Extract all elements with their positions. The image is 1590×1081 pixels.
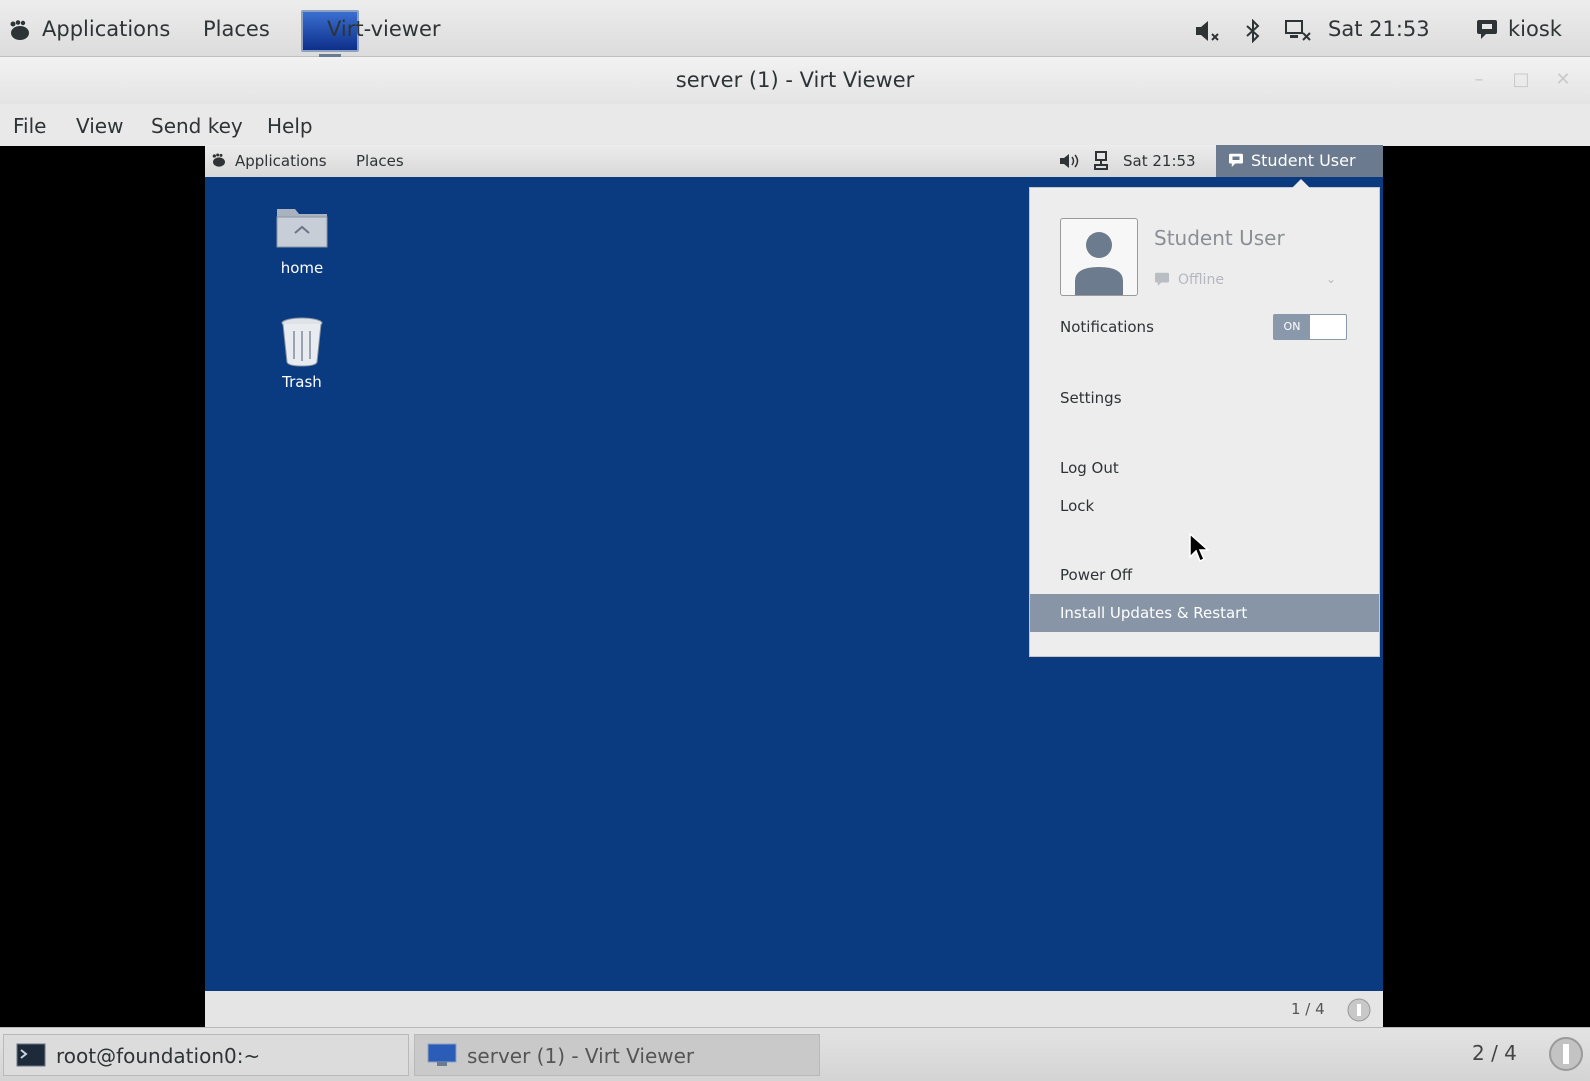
notifications-toggle[interactable]: ON xyxy=(1273,314,1347,340)
user-name: Student User xyxy=(1154,226,1285,250)
host-bottom-panel: root@foundation0:~ server (1) - Virt Vie… xyxy=(0,1027,1590,1081)
menu-help[interactable]: Help xyxy=(267,114,313,138)
close-icon[interactable]: ✕ xyxy=(1548,67,1578,93)
menu-item-settings[interactable]: Settings xyxy=(1060,389,1122,407)
guest-display[interactable]: Applications Places Sat 21:53 Student Us… xyxy=(205,145,1383,1028)
taskbar-virt-viewer[interactable]: server (1) - Virt Viewer xyxy=(414,1034,820,1076)
menu-send-key[interactable]: Send key xyxy=(151,114,243,138)
chevron-down-icon[interactable]: ⌄ xyxy=(1326,272,1336,286)
taskbar-terminal[interactable]: root@foundation0:~ xyxy=(3,1034,409,1076)
notification-tray-icon[interactable] xyxy=(1347,998,1371,1022)
window-title: server (1) - Virt Viewer xyxy=(675,68,915,92)
network-disconnected-icon[interactable] xyxy=(1284,19,1312,43)
volume-icon[interactable] xyxy=(1059,153,1079,169)
student-user-label: Student User xyxy=(1251,151,1356,170)
minimize-icon[interactable]: – xyxy=(1464,67,1494,93)
desktop-icon-trash-label: Trash xyxy=(282,373,322,391)
host-workspace-indicator[interactable]: 2 / 4 xyxy=(1472,1041,1517,1065)
menu-item-power-off[interactable]: Power Off xyxy=(1060,566,1132,584)
menu-item-install-updates-restart[interactable]: Install Updates & Restart xyxy=(1030,594,1379,632)
folder-home-icon xyxy=(276,209,328,248)
taskbar-virt-viewer-label: server (1) - Virt Viewer xyxy=(467,1044,695,1068)
virt-viewer-icon xyxy=(427,1043,457,1066)
desktop-icon-trash[interactable]: Trash xyxy=(262,315,342,391)
maximize-icon[interactable]: □ xyxy=(1506,67,1536,93)
gnome-foot-icon xyxy=(212,153,225,167)
desktop-icon-home-label: home xyxy=(280,259,324,277)
guest-bottom-panel: 1 / 4 xyxy=(205,991,1383,1028)
guest-workspace-indicator[interactable]: 1 / 4 xyxy=(1291,1000,1325,1018)
bluetooth-icon[interactable] xyxy=(1244,19,1262,43)
menu-item-lock[interactable]: Lock xyxy=(1060,497,1094,515)
user-chat-icon xyxy=(1229,153,1243,167)
host-places-menu[interactable]: Places xyxy=(203,17,270,41)
notification-tray-icon[interactable] xyxy=(1548,1036,1584,1072)
host-applications-menu[interactable]: Applications xyxy=(42,17,170,41)
user-chat-icon xyxy=(1477,20,1497,39)
host-user-menu[interactable]: kiosk xyxy=(1508,17,1562,41)
status-selector[interactable]: Offline xyxy=(1178,272,1224,288)
user-avatar-icon xyxy=(1075,232,1123,295)
guest-top-panel: Applications Places Sat 21:53 Student Us… xyxy=(205,145,1383,177)
guest-places-menu[interactable]: Places xyxy=(356,152,404,170)
student-user-button[interactable]: Student User xyxy=(1216,145,1383,177)
terminal-icon xyxy=(16,1043,46,1067)
host-top-panel: Applications Places Virt-viewer Sat 21:5… xyxy=(0,0,1590,58)
user-menu-popup: Student User Offline ⌄ Notifications ON … xyxy=(1029,179,1380,657)
menubar: File View Send key Help xyxy=(0,104,1590,146)
network-wired-icon[interactable] xyxy=(1093,151,1109,171)
desktop-icon-home[interactable]: home xyxy=(262,201,342,277)
menu-item-log-out[interactable]: Log Out xyxy=(1060,459,1119,477)
menu-file[interactable]: File xyxy=(13,114,46,138)
mouse-cursor-icon xyxy=(1189,533,1209,563)
window-titlebar[interactable]: server (1) - Virt Viewer – □ ✕ xyxy=(0,57,1590,104)
trash-icon xyxy=(281,317,323,367)
volume-muted-icon[interactable] xyxy=(1194,20,1222,42)
host-active-window-title[interactable]: Virt-viewer xyxy=(327,17,441,41)
guest-applications-menu[interactable]: Applications xyxy=(235,152,327,170)
host-clock[interactable]: Sat 21:53 xyxy=(1328,17,1430,41)
status-offline-icon xyxy=(1155,272,1169,286)
gnome-foot-icon xyxy=(10,20,29,40)
toggle-on-label: ON xyxy=(1274,315,1310,339)
notifications-label: Notifications xyxy=(1060,318,1154,336)
guest-clock[interactable]: Sat 21:53 xyxy=(1123,152,1196,170)
taskbar-terminal-label: root@foundation0:~ xyxy=(56,1044,261,1068)
menu-view[interactable]: View xyxy=(76,114,123,138)
avatar[interactable] xyxy=(1060,218,1138,296)
